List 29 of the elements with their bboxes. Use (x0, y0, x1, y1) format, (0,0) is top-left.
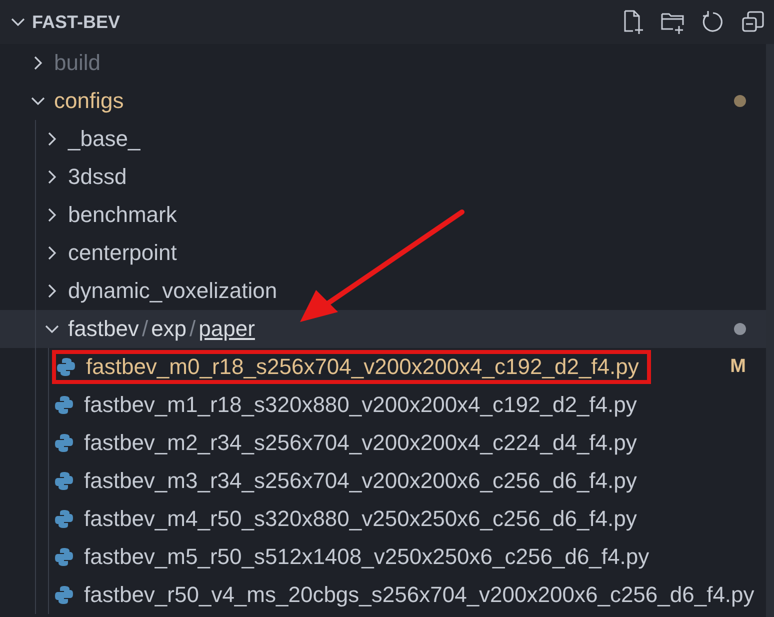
path-separator: / (190, 316, 196, 342)
python-icon (54, 433, 74, 453)
file-name[interactable]: fastbev_r50_v4_ms_20cbgs_s256x704_v200x200x6_c256_d6_f4.py (84, 582, 754, 608)
folder-name[interactable]: dynamic_voxelization (68, 278, 278, 304)
python-icon (54, 509, 74, 529)
file-name[interactable]: fastbev_m2_r34_s256x704_v200x200x4_c224_d4_f4.py (84, 430, 637, 456)
folder-name[interactable]: _base_ (68, 126, 140, 152)
python-icon (54, 585, 74, 605)
python-icon (54, 395, 74, 415)
file-name[interactable]: fastbev_m5_r50_s512x1408_v250x250x6_c256_d6_f4.py (84, 544, 650, 570)
folder-name[interactable]: 3dssd (68, 164, 127, 190)
folder-name[interactable]: centerpoint (68, 240, 177, 266)
file-name[interactable]: fastbev_m0_r18_s256x704_v200x200x4_c192_d2_f4.py (86, 354, 639, 380)
explorer-title: FAST-BEV (32, 12, 122, 32)
python-icon (54, 547, 74, 567)
selected-row[interactable]: fastbev/exp/paper (0, 310, 766, 348)
file-name[interactable]: fastbev_m1_r18_s320x880_v200x200x4_c192_d2_f4.py (84, 392, 637, 418)
python-icon (54, 471, 74, 491)
python-icon (56, 357, 76, 377)
git-status-letter: M (730, 356, 746, 378)
folder-name[interactable]: paper (198, 316, 255, 342)
file-name[interactable]: fastbev_m4_r50_s320x880_v250x250x6_c256_d6_f4.py (84, 506, 637, 532)
path-separator: / (142, 316, 148, 342)
file-name[interactable]: fastbev_m3_r34_s256x704_v200x200x6_c256_d6_f4.py (84, 468, 637, 494)
folder-name[interactable]: benchmark (68, 202, 177, 228)
collapse-all-icon[interactable] (740, 9, 766, 35)
folder-name[interactable]: configs (54, 88, 124, 114)
folder-name[interactable]: exp (151, 316, 187, 342)
folder-name[interactable]: fastbev (68, 316, 139, 342)
